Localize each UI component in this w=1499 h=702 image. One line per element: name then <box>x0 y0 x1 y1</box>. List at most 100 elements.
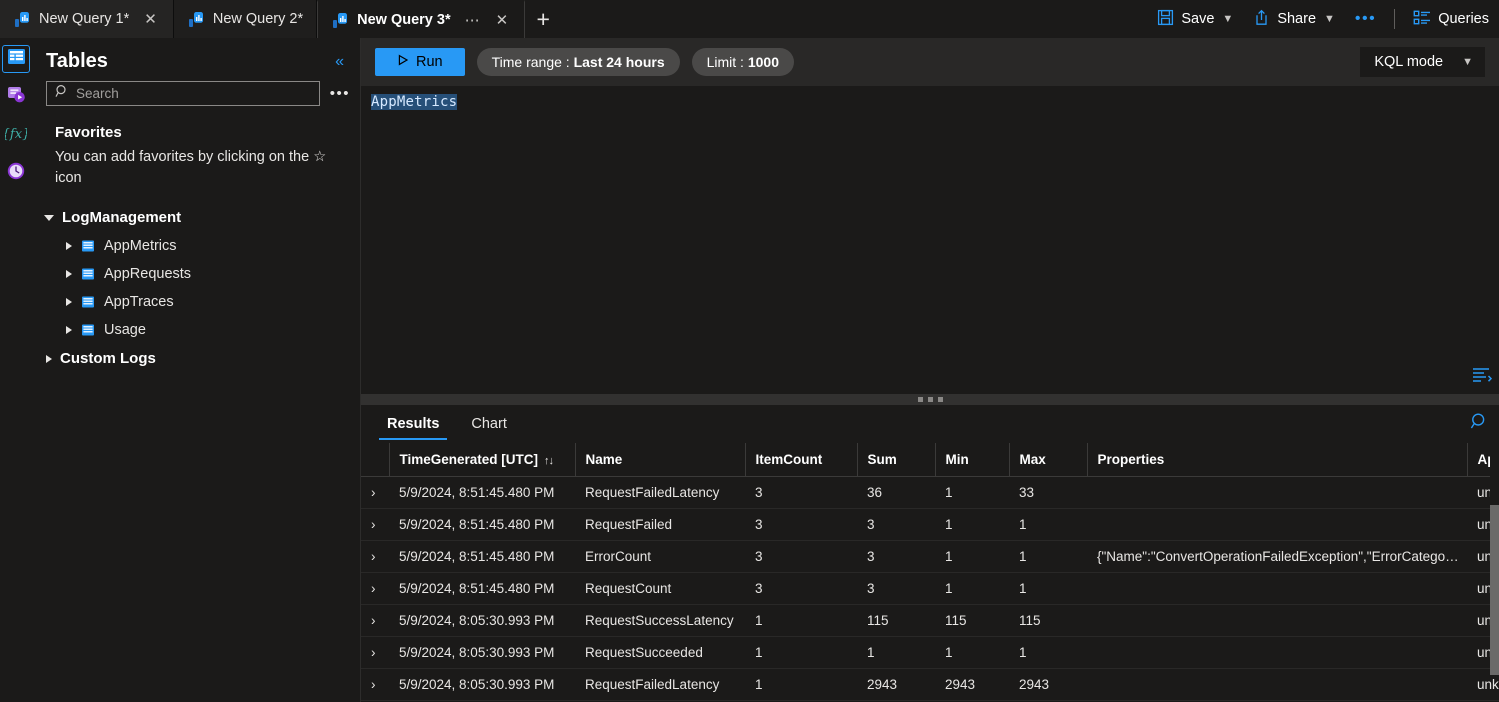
column-header-properties[interactable]: Properties <box>1086 442 1467 477</box>
tab-more-icon[interactable]: ⋯ <box>465 11 481 29</box>
results-search-icon[interactable] <box>1460 412 1499 436</box>
expand-row-icon[interactable]: › <box>361 540 389 573</box>
query-mode-select[interactable]: KQL mode ▼ <box>1360 47 1485 77</box>
left-icon-rail: {fx} <box>0 38 32 702</box>
sidebar-more-icon[interactable]: ••• <box>328 83 352 104</box>
tables-sidebar: Tables « Search ••• Favorites You can ad… <box>32 38 361 702</box>
tree-group-custom-logs[interactable]: Custom Logs <box>32 344 360 373</box>
chevron-down-icon[interactable]: ▼ <box>1222 13 1233 25</box>
sidebar-search-row: Search ••• <box>32 81 360 106</box>
collapse-sidebar-icon[interactable]: « <box>329 51 350 73</box>
app-body: {fx} Tables « <box>0 38 1499 702</box>
clock-history-icon <box>6 161 26 186</box>
svg-text:{fx}: {fx} <box>5 127 27 142</box>
table-row[interactable]: › 5/9/2024, 8:51:45.480 PM RequestFailedLa… <box>361 476 1499 509</box>
column-header-sum[interactable]: Sum <box>856 442 935 477</box>
time-range-button[interactable]: Time range : Last 24 hours <box>476 48 680 76</box>
tree-group-logmanagement[interactable]: LogManagement <box>32 203 360 232</box>
expand-row-icon[interactable]: › <box>361 572 389 605</box>
tab-bar: New Query 1* ✕ New Query 2* New Query 3*… <box>0 0 1499 38</box>
table-row[interactable]: › 5/9/2024, 8:51:45.480 PM ErrorCount 3 3 1 1{… <box>361 540 1499 573</box>
format-query-icon[interactable] <box>1471 365 1493 388</box>
table-row[interactable]: › 5/9/2024, 8:51:45.480 PM RequestFailed 3 3… <box>361 508 1499 541</box>
tree-item-label: Usage <box>104 322 146 339</box>
table-row[interactable]: › 5/9/2024, 8:05:30.993 PM RequestSucceede… <box>361 636 1499 669</box>
results-tabs: Results Chart <box>361 405 1499 443</box>
tab-new-query-3[interactable]: New Query 3* ⋯ ✕ <box>317 0 526 38</box>
rail-item-functions[interactable]: {fx} <box>2 122 31 148</box>
queries-folder-icon <box>6 84 27 110</box>
run-button[interactable]: Run <box>375 48 465 76</box>
cell-sum: 3 <box>857 540 935 573</box>
panel-splitter[interactable] <box>361 393 1499 405</box>
column-header-name[interactable]: Name <box>574 442 745 477</box>
expand-row-icon[interactable]: › <box>361 508 389 541</box>
tree-group-label: Custom Logs <box>60 350 156 368</box>
rail-item-queries[interactable] <box>3 84 29 110</box>
tree-item-apptraces[interactable]: AppTraces <box>32 288 360 316</box>
cell-itemcount: 3 <box>745 508 857 541</box>
sidebar-header: Tables « <box>32 44 360 81</box>
share-button[interactable]: Share ▼ <box>1243 3 1345 36</box>
query-editor[interactable]: AppMetrics <box>361 86 1499 392</box>
column-header-min[interactable]: Min <box>934 442 1009 477</box>
chevron-right-icon <box>66 242 72 251</box>
tab-results[interactable]: Results <box>379 407 448 440</box>
cell-sum: 36 <box>857 476 935 509</box>
cell-max: 1 <box>1009 572 1087 605</box>
results-grid[interactable]: TimeGenerated [UTC] ↑↓ Name ItemCount Sum… <box>361 442 1499 702</box>
save-button[interactable]: Save ▼ <box>1147 3 1243 36</box>
close-icon[interactable]: ✕ <box>141 10 160 29</box>
cell-properties <box>1087 668 1467 701</box>
cell-timegenerated: 5/9/2024, 8:51:45.480 PM <box>389 572 575 605</box>
main-panel: Run Time range : Last 24 hours Limit : 1… <box>361 38 1499 702</box>
expand-row-icon[interactable]: › <box>361 604 389 637</box>
chevron-right-icon <box>66 270 72 279</box>
cell-min: 1 <box>935 508 1009 541</box>
cell-sum: 3 <box>857 572 935 605</box>
cell-name: RequestFailedLatency <box>575 668 745 701</box>
toolbar-divider <box>1394 9 1396 29</box>
rail-item-tables[interactable] <box>2 45 30 73</box>
more-commands-button[interactable]: ••• <box>1345 6 1386 32</box>
tree-group-label: LogManagement <box>62 209 182 227</box>
top-right-toolbar: Save ▼ Share ▼ ••• Queries <box>1147 0 1499 38</box>
table-row[interactable]: › 5/9/2024, 8:51:45.480 PM RequestCount 3 3 1… <box>361 572 1499 605</box>
rail-item-history[interactable] <box>3 160 29 186</box>
cell-max: 1 <box>1009 540 1087 573</box>
column-header-timegenerated[interactable]: TimeGenerated [UTC] ↑↓ <box>388 442 575 477</box>
query-toolbar: Run Time range : Last 24 hours Limit : 1… <box>361 38 1499 86</box>
cell-name: RequestFailedLatency <box>575 476 745 509</box>
cell-name: ErrorCount <box>575 540 745 573</box>
column-header-itemcount[interactable]: ItemCount <box>744 442 857 477</box>
table-row[interactable]: › 5/9/2024, 8:05:30.993 PM RequestSuccessL… <box>361 604 1499 637</box>
tab-label: New Query 1* <box>39 11 130 27</box>
cell-timegenerated: 5/9/2024, 8:05:30.993 PM <box>389 636 575 669</box>
tab-new-query-2[interactable]: New Query 2* <box>173 0 318 38</box>
expand-row-icon[interactable]: › <box>361 636 389 669</box>
functions-icon: {fx} <box>2 123 31 148</box>
queries-button[interactable]: Queries <box>1403 3 1499 36</box>
close-icon[interactable]: ✕ <box>493 11 512 30</box>
chevron-down-icon[interactable]: ▼ <box>1324 13 1335 25</box>
column-header-max[interactable]: Max <box>1008 442 1087 477</box>
column-label: TimeGenerated [UTC] <box>399 451 539 467</box>
tree-item-usage[interactable]: Usage <box>32 316 360 344</box>
new-tab-button[interactable]: + <box>525 0 561 38</box>
tree-item-apprequests[interactable]: AppRequests <box>32 260 360 288</box>
table-row[interactable]: › 5/9/2024, 8:05:30.993 PM RequestFailedLa… <box>361 668 1499 701</box>
tab-new-query-1[interactable]: New Query 1* ✕ <box>0 0 174 38</box>
expand-row-icon[interactable]: › <box>361 476 389 509</box>
cell-min: 115 <box>935 604 1009 637</box>
limit-button[interactable]: Limit : 1000 <box>691 48 794 76</box>
search-input[interactable]: Search <box>46 81 320 106</box>
queries-label: Queries <box>1438 11 1489 27</box>
expand-row-icon[interactable]: › <box>361 668 389 701</box>
cell-max: 2943 <box>1009 668 1087 701</box>
limit-label: Limit : <box>706 54 744 70</box>
cell-min: 1 <box>935 636 1009 669</box>
tree-item-appmetrics[interactable]: AppMetrics <box>32 232 360 260</box>
sort-icon[interactable]: ↑↓ <box>544 455 554 467</box>
tab-chart[interactable]: Chart <box>463 407 514 440</box>
results-vertical-scrollbar[interactable] <box>1490 442 1499 675</box>
